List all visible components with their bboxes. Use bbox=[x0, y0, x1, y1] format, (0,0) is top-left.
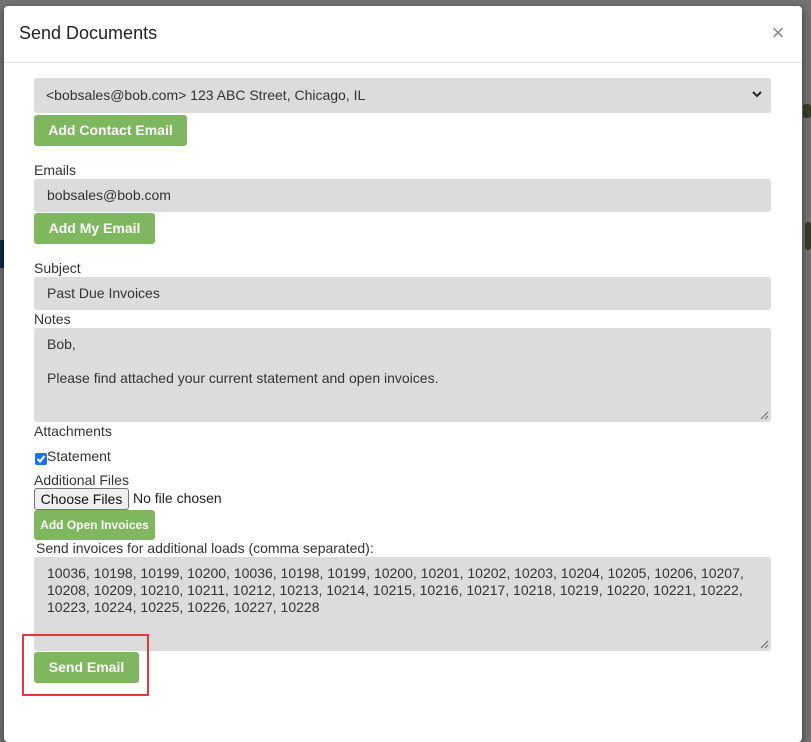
chevron-down-icon bbox=[752, 91, 762, 98]
add-my-email-button[interactable]: Add My Email bbox=[34, 213, 155, 244]
modal-title: Send Documents bbox=[19, 23, 158, 43]
subject-value: Past Due Invoices bbox=[47, 285, 160, 301]
loads-line: 10208, 10209, 10210, 10211, 10212, 10213… bbox=[47, 582, 743, 598]
additional-loads-label: Send invoices for additional loads (comm… bbox=[36, 540, 374, 556]
loads-line: 10036, 10198, 10199, 10200, 10036, 10198… bbox=[47, 565, 744, 581]
send-email-button[interactable]: Send Email bbox=[34, 652, 139, 683]
attachments-label: Attachments bbox=[34, 423, 112, 439]
notes-line: Bob, bbox=[47, 336, 76, 352]
contact-select[interactable]: <bobsales@bob.com> 123 ABC Street, Chica… bbox=[34, 78, 771, 113]
additional-files-label: Additional Files bbox=[34, 472, 129, 488]
choose-files-button[interactable]: Choose Files bbox=[34, 488, 129, 510]
resize-grip-icon[interactable] bbox=[760, 640, 769, 649]
add-open-invoices-button[interactable]: Add Open Invoices bbox=[34, 510, 155, 540]
statement-checkbox[interactable] bbox=[35, 453, 47, 465]
file-status: No file chosen bbox=[133, 490, 222, 506]
notes-textarea[interactable]: Bob, Please find attached your current s… bbox=[34, 328, 771, 422]
subject-input[interactable]: Past Due Invoices bbox=[34, 277, 771, 310]
emails-value: bobsales@bob.com bbox=[47, 187, 171, 203]
statement-label: Statement bbox=[47, 448, 111, 464]
emails-label: Emails bbox=[34, 162, 77, 178]
emails-input[interactable]: bobsales@bob.com bbox=[34, 179, 771, 212]
close-button[interactable]: × bbox=[768, 22, 788, 44]
subject-label: Subject bbox=[34, 260, 81, 276]
loads-line: 10223, 10224, 10225, 10226, 10227, 10228 bbox=[47, 599, 320, 615]
contact-select-value: <bobsales@bob.com> 123 ABC Street, Chica… bbox=[46, 87, 366, 103]
modal-header: Send Documents × bbox=[4, 6, 802, 63]
resize-grip-icon[interactable] bbox=[760, 411, 769, 420]
notes-label: Notes bbox=[34, 311, 71, 327]
additional-loads-textarea[interactable]: 10036, 10198, 10199, 10200, 10036, 10198… bbox=[34, 557, 771, 651]
checkmark-icon bbox=[36, 455, 46, 463]
notes-line: Please find attached your current statem… bbox=[47, 370, 439, 386]
send-documents-modal: Send Documents × <bobsales@bob.com> 123 … bbox=[4, 6, 802, 742]
add-contact-email-button[interactable]: Add Contact Email bbox=[34, 115, 187, 146]
